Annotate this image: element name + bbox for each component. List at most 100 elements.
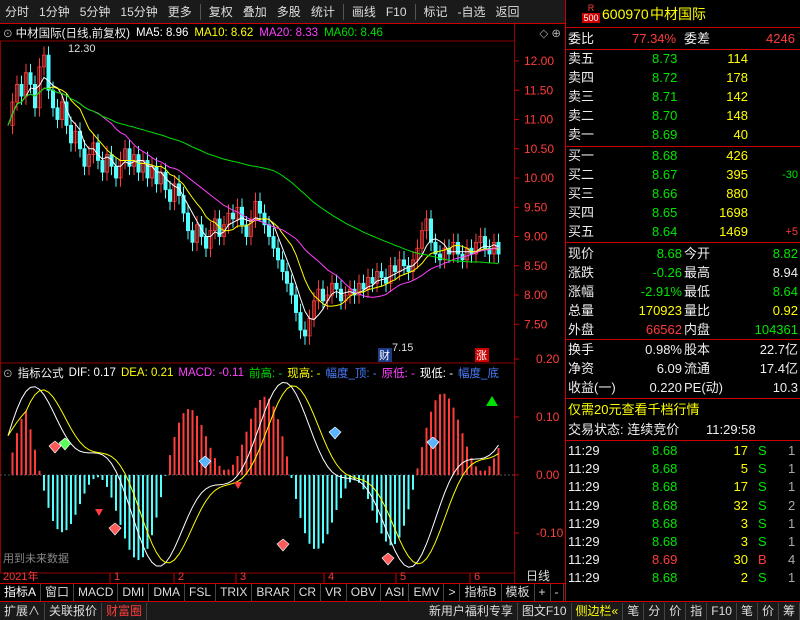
candle-body xyxy=(203,236,208,249)
indicator-tab[interactable]: 模板 xyxy=(502,584,535,601)
status-item[interactable]: 新用户福利专享 xyxy=(425,602,518,620)
tick-price: 8.68 xyxy=(652,461,678,477)
status-item[interactable]: 侧边栏« xyxy=(572,602,624,620)
toolbar-button[interactable]: 画线 xyxy=(347,3,381,20)
toolbar-button[interactable]: 统计 xyxy=(306,3,340,20)
indicator-tab[interactable]: - xyxy=(551,584,564,601)
indicator-tab[interactable]: OBV xyxy=(347,584,382,601)
period-unit-label[interactable]: 日线 xyxy=(526,569,550,583)
candle-body xyxy=(392,265,397,272)
status-item[interactable]: 笔 xyxy=(737,602,758,620)
candle-body xyxy=(163,171,168,191)
toolbar-button[interactable]: 复权 xyxy=(204,3,238,20)
toolbar-button[interactable]: 1分钟 xyxy=(34,3,75,20)
value: 8.82 xyxy=(772,246,798,261)
candle-body xyxy=(19,84,24,97)
toolbar-button[interactable]: 叠加 xyxy=(238,3,272,20)
candle-body xyxy=(370,277,375,284)
toolbar-button[interactable]: 15分钟 xyxy=(115,3,162,20)
status-item[interactable]: F10 xyxy=(707,602,737,620)
indicator-tab[interactable]: VR xyxy=(321,584,347,601)
indicator-tab[interactable]: 窗口 xyxy=(41,584,75,601)
sell-arrow-icon xyxy=(234,482,242,489)
indicator-tab[interactable]: MACD xyxy=(74,584,119,601)
candle-body xyxy=(190,230,195,243)
collapse-icon[interactable]: ⊙ xyxy=(3,366,13,380)
status-item[interactable]: 财富圈 xyxy=(102,602,148,620)
indicator-tab[interactable]: + xyxy=(535,584,551,601)
signal-gem-icon xyxy=(108,522,122,536)
candle-body xyxy=(401,259,406,267)
price: 8.65 xyxy=(652,205,678,220)
ma20-line xyxy=(7,87,499,298)
indicator-tab[interactable]: EMV xyxy=(409,584,445,601)
label: 买一 xyxy=(568,148,595,163)
toolbar-button[interactable]: 返回 xyxy=(491,3,525,20)
toolbar-button[interactable]: -自选 xyxy=(453,3,491,20)
price: 8.70 xyxy=(652,108,678,123)
toolbar-button[interactable]: 更多 xyxy=(163,3,197,20)
trade-state: 交易状态: 连续竞价 xyxy=(568,422,680,437)
indicator-tab[interactable]: BRAR xyxy=(252,584,295,601)
stat-row: 净资 6.09 流通 17.4亿 xyxy=(566,360,800,378)
indicator-tab[interactable]: DMA xyxy=(149,584,186,601)
tick-side: S xyxy=(758,534,767,549)
toolbar-button[interactable]: F10 xyxy=(381,5,412,19)
price-tick-label: 9.00 xyxy=(524,230,548,244)
status-item[interactable]: 扩展∧ xyxy=(0,602,46,620)
candle-body xyxy=(82,148,87,167)
tick-price: 8.68 xyxy=(652,570,678,586)
value: 77.34% xyxy=(632,31,677,46)
status-item[interactable]: 筹 xyxy=(779,602,800,620)
stock-header: R 500 600970 中材国际 xyxy=(566,2,800,26)
status-item[interactable]: 价 xyxy=(758,602,779,620)
candle-body xyxy=(55,107,60,120)
status-item[interactable]: 价 xyxy=(665,602,687,620)
indicator-tab[interactable]: TRIX xyxy=(216,584,253,601)
status-item[interactable]: 指 xyxy=(686,602,708,620)
indicator-tab[interactable]: 指标A xyxy=(0,584,42,601)
indicator-tab[interactable]: CR xyxy=(295,584,322,601)
price: 8.66 xyxy=(652,186,678,201)
price: 8.73 xyxy=(652,51,678,66)
indicator-tab[interactable]: > xyxy=(444,584,461,601)
tick-time: 11:29 xyxy=(568,461,600,477)
status-item[interactable]: 图文F10 xyxy=(518,602,572,620)
indicator-tabs: 指标A 窗口 MACD DMI DMA FSL TRIX BRAR CR VR OBV ASI EMV >… xyxy=(0,583,565,601)
indicator-tab[interactable]: 指标B xyxy=(460,584,502,601)
change: +5 xyxy=(785,226,798,238)
toolbar-separator xyxy=(199,3,201,20)
status-item[interactable]: 分 xyxy=(644,602,666,620)
candle-body xyxy=(96,142,101,161)
candle-body xyxy=(284,271,289,284)
label: 收益(一) xyxy=(568,380,616,395)
candle-body xyxy=(46,54,51,91)
candle-body xyxy=(280,259,285,272)
toolbar-button[interactable]: 分时 xyxy=(0,3,34,20)
volume: 426 xyxy=(726,148,748,163)
status-item[interactable]: 关联报价 xyxy=(45,602,103,620)
label: 最低 xyxy=(684,284,711,299)
tick-row: 11:29 8.68 3 S 1 xyxy=(566,533,800,551)
candle-body xyxy=(167,189,172,202)
candle-body xyxy=(379,271,384,278)
toolbar-button[interactable]: 5分钟 xyxy=(75,3,116,20)
indicator-tab[interactable]: ASI xyxy=(381,584,410,601)
toolbar-button[interactable]: 多股 xyxy=(272,3,306,20)
signal-gem-icon xyxy=(328,426,342,440)
candle-body xyxy=(338,288,343,302)
level2-promo-link[interactable]: 仅需20元查看千档行情 xyxy=(568,401,699,419)
value: 8.68 xyxy=(656,246,682,261)
indicator-value-label: 现高: - xyxy=(287,368,321,380)
indicator-tab[interactable]: FSL xyxy=(185,584,217,601)
indicator-tab[interactable]: DMI xyxy=(118,584,150,601)
status-item[interactable]: 笔 xyxy=(623,602,645,620)
indicator-frame xyxy=(0,362,515,574)
label: 今开 xyxy=(684,246,711,261)
tick-side: S xyxy=(758,515,767,531)
tick-volume: 3 xyxy=(740,515,748,531)
volume: 148 xyxy=(726,108,748,123)
chart-canvas[interactable]: 12.0011.5011.0010.5010.009.509.008.508.0… xyxy=(0,24,565,584)
market-badge: R 500 xyxy=(582,3,600,23)
toolbar-button[interactable]: 标记 xyxy=(419,3,453,20)
